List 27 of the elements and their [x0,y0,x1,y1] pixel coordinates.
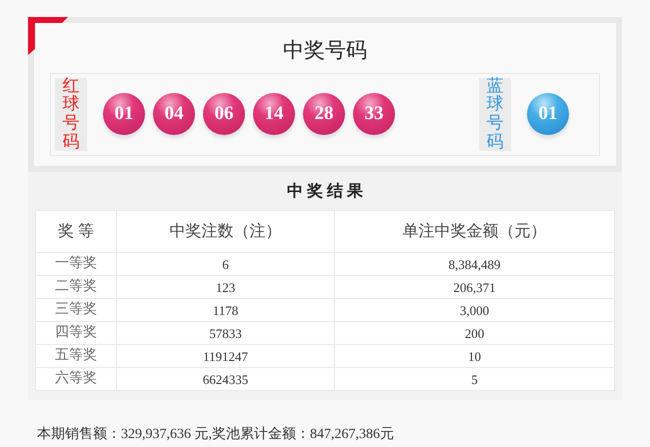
table-cell: 六等奖 [36,368,116,390]
table-cell: 三等奖 [36,298,116,322]
table-cell: 200 [334,322,614,344]
table-cell: 10 [334,344,614,368]
table-cell: 206,371 [334,276,614,298]
column-header: 奖 等 [36,210,116,252]
table-cell: 1191247 [116,344,334,368]
table-cell: 1178 [116,298,334,322]
table-cell: 57833 [116,322,334,344]
table-cell: 8,384,489 [334,252,614,276]
column-header: 中奖注数（注） [116,210,334,252]
sales-summary: 本期销售额：329,937,636 元,奖池累计金额：847,267,386元 [37,425,395,444]
table-cell: 四等奖 [36,322,116,344]
table-cell: 6 [116,252,334,276]
table-cell: 五等奖 [36,344,116,368]
table-cell: 123 [116,276,334,298]
table-cell: 6624335 [116,368,334,390]
table-cell: 二等奖 [36,276,116,298]
ball-label: 蓝球号码 [479,78,511,150]
ball-label: 红球号码 [55,78,87,150]
section-title: 中 奖 结 果 [287,182,363,202]
table-cell: 3,000 [334,298,614,322]
table-cell: 一等奖 [36,252,116,276]
corner-ribbon-icon [28,17,68,55]
table-cell: 5 [334,368,614,390]
section-title: 中奖号码 [283,37,367,64]
column-header: 单注中奖金额（元） [334,210,614,252]
